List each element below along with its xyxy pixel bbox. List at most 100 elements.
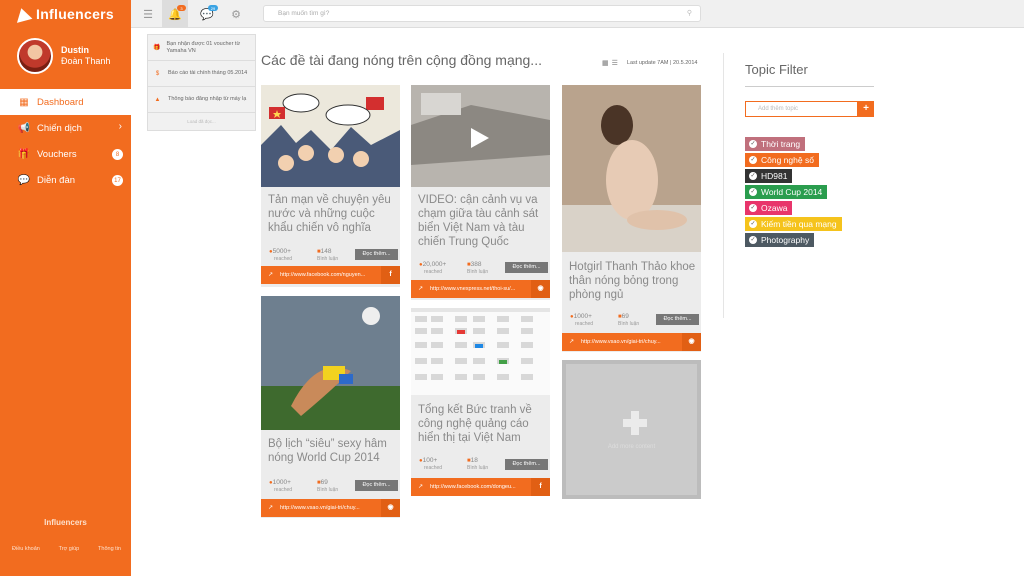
- photo-image[interactable]: [261, 296, 400, 430]
- grid-view-icon[interactable]: ▦: [602, 59, 609, 67]
- globe-icon[interactable]: ◉: [682, 333, 701, 351]
- notification-item[interactable]: 🎁 Bạn nhận được 01 voucher từ Yamaha VN: [148, 35, 255, 61]
- divider: [745, 86, 874, 87]
- card-link-bar[interactable]: ↗ http://www.facebook.com/nguyen... f: [261, 266, 400, 284]
- card-title[interactable]: Tản mạn về chuyện yêu nước và những cuộc…: [268, 193, 396, 235]
- notification-text: Bạn nhận được 01 voucher từ Yamaha VN: [166, 40, 241, 54]
- sidebar-item-campaign[interactable]: 📢 Chiến dịch ›: [0, 115, 131, 141]
- card-url[interactable]: http://www.vsao.vn/giai-tri/chuy...: [581, 339, 661, 345]
- notification-button[interactable]: 🔔 3: [162, 0, 188, 28]
- sidebar-nav: ▦ Dashboard 📢 Chiến dịch › 🎁 Vouchers 8 …: [0, 89, 131, 193]
- search-icon[interactable]: ⚲: [687, 6, 692, 21]
- content-card[interactable]: Tản mạn về chuyện yêu nước và những cuộc…: [261, 85, 400, 287]
- dollar-icon: $: [155, 70, 160, 77]
- notification-dropdown: 🎁 Bạn nhận được 01 voucher từ Yamaha VN …: [147, 34, 256, 131]
- card-link-bar[interactable]: ↗ http://www.vsao.vn/giai-tri/chuy... ◉: [562, 333, 701, 351]
- card-url[interactable]: http://www.vnexpress.net/thoi-su/...: [430, 286, 515, 292]
- notification-text: Thông báo đăng nhập từ máy lạ: [168, 96, 247, 102]
- messages-count: 29: [208, 5, 218, 11]
- brand-name: Influencers: [36, 6, 114, 22]
- read-more-button[interactable]: Đọc thêm...: [505, 459, 548, 470]
- sidebar: Influencers Dustin Đoàn Thanh ▦ Dashboar…: [0, 0, 131, 576]
- footer-link-info[interactable]: Thông tin: [98, 546, 121, 552]
- video-thumbnail[interactable]: [411, 85, 550, 187]
- topic-tag[interactable]: ✓ World Cup 2014: [745, 185, 828, 199]
- facebook-icon[interactable]: f: [381, 266, 400, 284]
- comment-value: 388: [470, 261, 482, 268]
- read-more-button[interactable]: Đọc thêm...: [355, 249, 398, 260]
- ad-tech-landscape-image: [411, 308, 550, 395]
- load-read-link[interactable]: Load đã đọc...: [148, 113, 255, 130]
- topic-tag[interactable]: ✓ Ozawa: [745, 201, 793, 215]
- topic-tag[interactable]: ✓ Kiếm tiền qua mạng: [745, 217, 842, 231]
- reach-stat: ●1000+ reached: [570, 313, 594, 327]
- card-title[interactable]: Hotgirl Thanh Thảo khoe thân nóng bỏng t…: [569, 260, 697, 302]
- sidebar-item-vouchers[interactable]: 🎁 Vouchers 8: [0, 141, 131, 167]
- card-title[interactable]: Bộ lịch “siêu” sexy hâm nóng World Cup 2…: [268, 437, 396, 465]
- read-more-button[interactable]: Đọc thêm...: [505, 262, 548, 273]
- messages-button[interactable]: 💬 29: [194, 0, 220, 28]
- football-photo: [261, 296, 400, 430]
- list-view-icon[interactable]: ☰: [612, 59, 618, 67]
- topic-tag[interactable]: ✓ Photography: [745, 233, 815, 247]
- card-title[interactable]: Tổng kết Bức tranh về công nghệ quảng cá…: [418, 403, 546, 445]
- globe-icon[interactable]: ◉: [381, 499, 400, 517]
- brand-logo[interactable]: Influencers: [0, 0, 131, 28]
- add-content-card[interactable]: Add more content: [562, 360, 701, 499]
- card-link-bar[interactable]: ↗ http://www.vnexpress.net/thoi-su/... ◉: [411, 280, 550, 298]
- topic-tag-label: HD981: [761, 171, 788, 181]
- check-icon: ✓: [749, 139, 757, 148]
- topic-tag-list: ✓ Thời trang ✓ Công nghệ số ✓ HD981 ✓ World …: [745, 134, 842, 247]
- topic-tag[interactable]: ✓ Thời trang: [745, 137, 806, 151]
- read-more-button[interactable]: Đọc thêm...: [656, 314, 699, 325]
- content-card[interactable]: Tổng kết Bức tranh về công nghệ quảng cá…: [411, 308, 550, 496]
- card-title[interactable]: VIDEO: cận cảnh vụ va chạm giữa tàu cảnh…: [418, 193, 546, 249]
- menu-icon[interactable]: ☰: [135, 0, 161, 28]
- megaphone-icon: 📢: [17, 122, 31, 134]
- page-title: Các đề tài đang nóng trên cộng đồng mạng…: [261, 52, 542, 68]
- logo-icon: [13, 5, 33, 23]
- notification-item[interactable]: $ Báo cáo tài chính tháng 05.2014: [148, 61, 255, 87]
- infographic-image[interactable]: [411, 308, 550, 395]
- comment-label: Bình luận: [317, 487, 339, 493]
- sidebar-item-forum[interactable]: 💬 Diễn đàn 17: [0, 167, 131, 193]
- footer-link-terms[interactable]: Điều khoản: [12, 546, 40, 552]
- user-name: Dustin Đoàn Thanh: [61, 45, 110, 67]
- check-icon: ✓: [749, 155, 757, 164]
- gear-icon[interactable]: ⚙: [223, 0, 249, 28]
- card-link-bar[interactable]: ↗ http://www.facebook.com/dongeu... f: [411, 478, 550, 496]
- topic-tag[interactable]: ✓ HD981: [745, 169, 793, 183]
- search-input[interactable]: Bạn muốn tìm gì? ⚲: [263, 5, 701, 22]
- comment-label: Bình luận: [467, 269, 489, 275]
- gift-icon: 🎁: [153, 45, 161, 51]
- plus-icon: [623, 411, 647, 435]
- topic-tag[interactable]: ✓ Công nghệ số: [745, 153, 819, 167]
- card-url[interactable]: http://www.vsao.vn/giai-tri/chuy...: [280, 505, 360, 511]
- content-card[interactable]: Bộ lịch “siêu” sexy hâm nóng World Cup 2…: [261, 296, 400, 518]
- cartoon-image[interactable]: [261, 85, 400, 187]
- card-link-bar[interactable]: ↗ http://www.vsao.vn/giai-tri/chuy... ◉: [261, 499, 400, 517]
- comment-stat: ■148 Bình luận: [317, 248, 339, 262]
- sidebar-item-dashboard[interactable]: ▦ Dashboard: [0, 89, 131, 115]
- footer-link-help[interactable]: Trợ giúp: [59, 546, 80, 552]
- check-icon: ✓: [749, 171, 757, 180]
- external-link-icon: ↗: [418, 484, 424, 490]
- add-topic-button[interactable]: +: [858, 101, 874, 117]
- add-topic-input[interactable]: Add thêm topic: [745, 101, 858, 117]
- sidebar-item-label: Vouchers: [37, 148, 77, 160]
- card-url[interactable]: http://www.facebook.com/dongeu...: [430, 484, 516, 490]
- notification-item[interactable]: ▲ Thông báo đăng nhập từ máy lạ: [148, 87, 255, 113]
- globe-icon[interactable]: ◉: [531, 280, 550, 298]
- content-card[interactable]: Hotgirl Thanh Thảo khoe thân nóng bỏng t…: [562, 85, 701, 352]
- topic-tag-label: Kiếm tiền qua mạng: [761, 219, 837, 229]
- reach-label: reached: [424, 269, 443, 275]
- avatar[interactable]: [17, 38, 53, 74]
- content-card[interactable]: VIDEO: cận cảnh vụ va chạm giữa tàu cảnh…: [411, 85, 550, 300]
- card-url[interactable]: http://www.facebook.com/nguyen...: [280, 272, 365, 278]
- facebook-icon[interactable]: f: [531, 478, 550, 496]
- portrait-photo[interactable]: [562, 85, 701, 252]
- reach-value: 1000+: [573, 313, 592, 320]
- user-profile[interactable]: Dustin Đoàn Thanh: [17, 38, 110, 74]
- read-more-button[interactable]: Đọc thêm...: [355, 480, 398, 491]
- check-icon: ✓: [749, 187, 757, 196]
